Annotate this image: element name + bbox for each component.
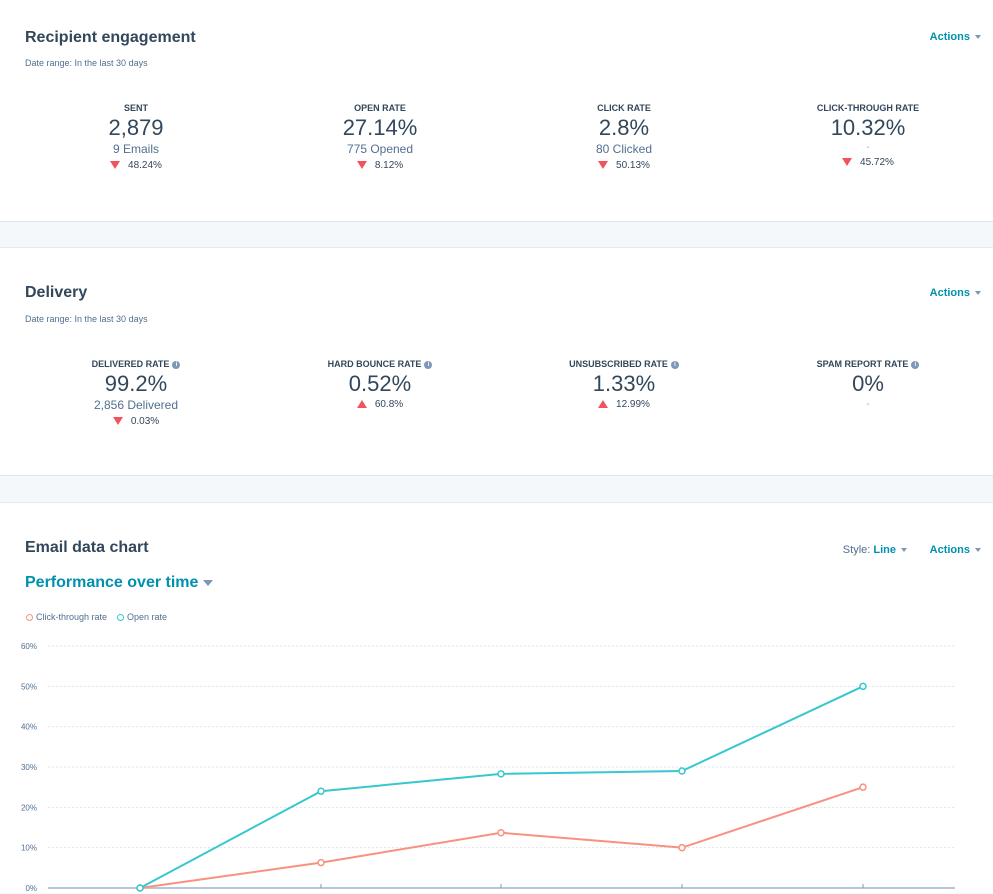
label-text: SPAM REPORT RATE bbox=[816, 359, 909, 369]
metric-label: HARD BOUNCE RATE i bbox=[270, 359, 490, 369]
decrease-arrow-icon bbox=[110, 161, 121, 170]
card-title: Delivery bbox=[25, 284, 88, 301]
increase-arrow-icon bbox=[356, 400, 367, 409]
info-icon[interactable]: i bbox=[911, 360, 920, 369]
series-line-click-through-rate bbox=[139, 786, 864, 889]
data-point bbox=[317, 787, 325, 795]
metric-spam-report-rate: SPAM REPORT RATE i 0% - bbox=[758, 359, 978, 410]
y-tick-label: 30% bbox=[21, 763, 37, 772]
y-tick-label: 0% bbox=[25, 884, 37, 893]
card-title: Recipient engagement bbox=[25, 29, 196, 46]
metric-change: 48.24% bbox=[26, 160, 246, 171]
metric-value: 10.32% bbox=[830, 115, 906, 140]
y-axis-ticks: 0% 10% 20% 30% 40% 50% 60% bbox=[21, 642, 37, 893]
metric-value: 27.14% bbox=[342, 115, 418, 140]
caret-down-icon bbox=[975, 35, 981, 40]
metric-change: - bbox=[866, 399, 870, 410]
x-axis bbox=[48, 884, 955, 889]
metric-label: SENT bbox=[123, 103, 148, 113]
metric-value: 0.52% bbox=[348, 371, 412, 396]
metric-click-through-rate: CLICK-THROUGH RATE 10.32% - 45.72% bbox=[758, 103, 978, 168]
metric-change: 0.03% bbox=[26, 416, 246, 427]
metric-unsubscribed-rate: UNSUBSCRIBED RATE i 1.33% 12.99% bbox=[514, 359, 734, 410]
metric-value: 99.2% bbox=[104, 371, 168, 396]
metric-value: 2.8% bbox=[598, 115, 650, 140]
metric-sub: 9 Emails bbox=[112, 142, 159, 156]
decrease-arrow-icon bbox=[842, 158, 853, 167]
metric-change: 50.13% bbox=[514, 160, 734, 171]
metric-value: 0% bbox=[852, 371, 884, 396]
metric-hard-bounce-rate: HARD BOUNCE RATE i 0.52% 60.8% bbox=[270, 359, 490, 410]
metric-value: 2,879 bbox=[108, 115, 164, 140]
metric-open-rate: OPEN RATE 27.14% 775 Opened 8.12% bbox=[270, 103, 490, 171]
info-icon[interactable]: i bbox=[172, 360, 181, 369]
info-icon[interactable]: i bbox=[424, 360, 433, 369]
change-value: 8.12% bbox=[374, 160, 404, 171]
metric-delivered-rate: DELIVERED RATE i 99.2% 2,856 Delivered 0.… bbox=[26, 359, 246, 427]
actions-label: Actions bbox=[929, 287, 970, 299]
data-point bbox=[497, 828, 505, 837]
actions-dropdown[interactable]: Actions bbox=[930, 287, 981, 299]
label-text: UNSUBSCRIBED RATE bbox=[569, 359, 668, 369]
metric-label: OPEN RATE bbox=[354, 103, 406, 113]
metric-sub: 2,856 Delivered bbox=[93, 398, 179, 412]
metric-sent: SENT 2,879 9 Emails 48.24% bbox=[26, 103, 246, 171]
metric-change: 12.99% bbox=[514, 399, 734, 410]
metric-change: 45.72% bbox=[758, 157, 978, 168]
y-tick-label: 60% bbox=[21, 642, 37, 651]
delivery-card: Delivery Date range: In the last 30 days… bbox=[0, 247, 993, 476]
metric-label: CLICK-THROUGH RATE bbox=[816, 103, 920, 113]
decrease-arrow-icon bbox=[112, 417, 123, 426]
change-value: 0.03% bbox=[130, 416, 160, 427]
caret-down-icon bbox=[975, 291, 981, 296]
metric-label: DELIVERED RATE i bbox=[26, 359, 246, 369]
change-value: 48.24% bbox=[128, 160, 162, 171]
metric-label: CLICK RATE bbox=[597, 103, 651, 113]
metric-sub: 775 Opened bbox=[346, 142, 414, 156]
data-point bbox=[678, 767, 686, 775]
data-point bbox=[859, 682, 867, 691]
date-range: Date range: In the last 30 days bbox=[25, 314, 148, 324]
metric-value: 1.33% bbox=[592, 371, 656, 396]
actions-label: Actions bbox=[929, 31, 970, 43]
label-text: HARD BOUNCE RATE bbox=[327, 359, 422, 369]
increase-arrow-icon bbox=[598, 400, 609, 409]
metric-change: 8.12% bbox=[270, 160, 490, 171]
metric-sub: - bbox=[866, 142, 870, 153]
data-point bbox=[497, 770, 505, 778]
metric-change: 60.8% bbox=[270, 399, 490, 410]
data-point bbox=[317, 858, 325, 867]
chart-grid bbox=[48, 645, 955, 849]
performance-line-chart: 0% 10% 20% 30% 40% 50% 60% bbox=[21, 642, 955, 893]
metric-label: UNSUBSCRIBED RATE i bbox=[514, 359, 734, 369]
decrease-arrow-icon bbox=[598, 161, 609, 170]
date-range: Date range: In the last 30 days bbox=[25, 58, 148, 68]
change-value: 12.99% bbox=[616, 399, 650, 410]
metric-click-rate: CLICK RATE 2.8% 80 Clicked 50.13% bbox=[514, 103, 734, 171]
metric-sub: 80 Clicked bbox=[595, 142, 653, 156]
y-tick-label: 10% bbox=[21, 844, 37, 853]
label-text: DELIVERED RATE bbox=[91, 359, 170, 369]
y-tick-label: 20% bbox=[21, 803, 37, 812]
chart-series bbox=[136, 682, 867, 892]
data-point bbox=[678, 843, 686, 852]
data-point bbox=[859, 783, 867, 791]
change-value: 50.13% bbox=[616, 160, 650, 171]
metric-label: SPAM REPORT RATE i bbox=[758, 359, 978, 369]
y-tick-label: 50% bbox=[21, 682, 37, 691]
change-value: 60.8% bbox=[374, 399, 404, 410]
decrease-arrow-icon bbox=[356, 161, 367, 170]
data-point bbox=[136, 884, 144, 892]
actions-dropdown[interactable]: Actions bbox=[930, 31, 981, 43]
recipient-engagement-card: Recipient engagement Date range: In the … bbox=[0, 0, 993, 222]
info-icon[interactable]: i bbox=[670, 360, 679, 369]
y-tick-label: 40% bbox=[21, 723, 37, 732]
email-data-chart-card: Email data chart Style: Line Actions Per… bbox=[0, 502, 993, 893]
series-line-open-rate bbox=[139, 685, 864, 889]
change-value: 45.72% bbox=[860, 157, 894, 168]
